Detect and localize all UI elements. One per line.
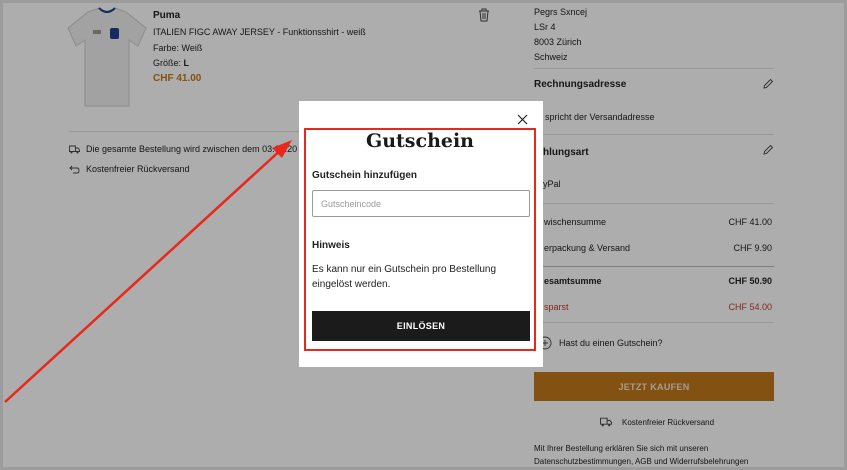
- close-icon[interactable]: [516, 113, 529, 126]
- highlight-box: [304, 128, 536, 351]
